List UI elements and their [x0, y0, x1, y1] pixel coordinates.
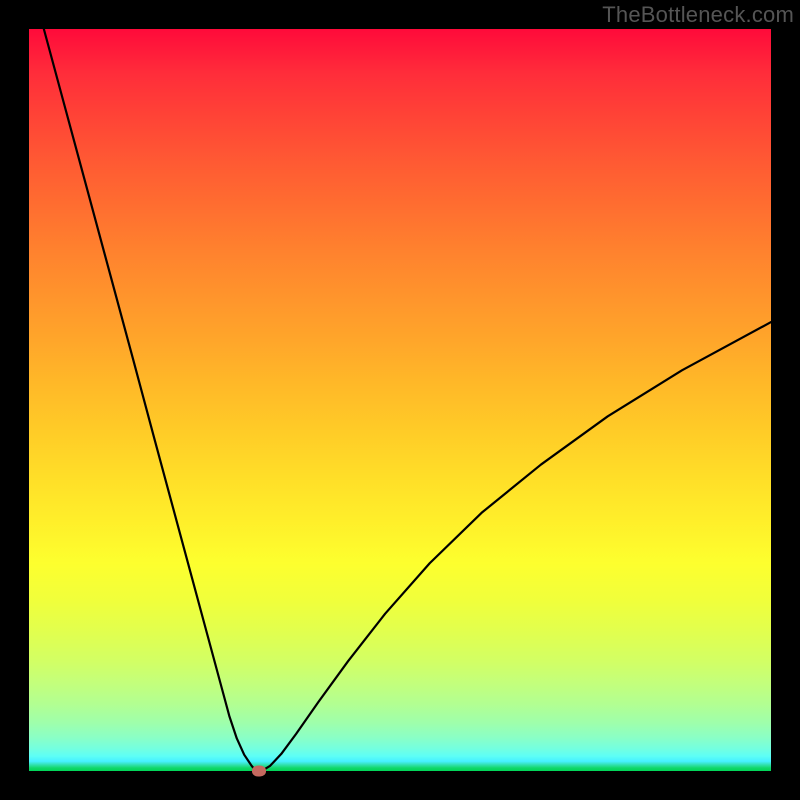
chart-frame: TheBottleneck.com — [0, 0, 800, 800]
bottleneck-curve — [29, 29, 771, 771]
plot-area — [29, 29, 771, 771]
watermark-text: TheBottleneck.com — [602, 2, 794, 28]
minimum-marker — [252, 766, 266, 777]
